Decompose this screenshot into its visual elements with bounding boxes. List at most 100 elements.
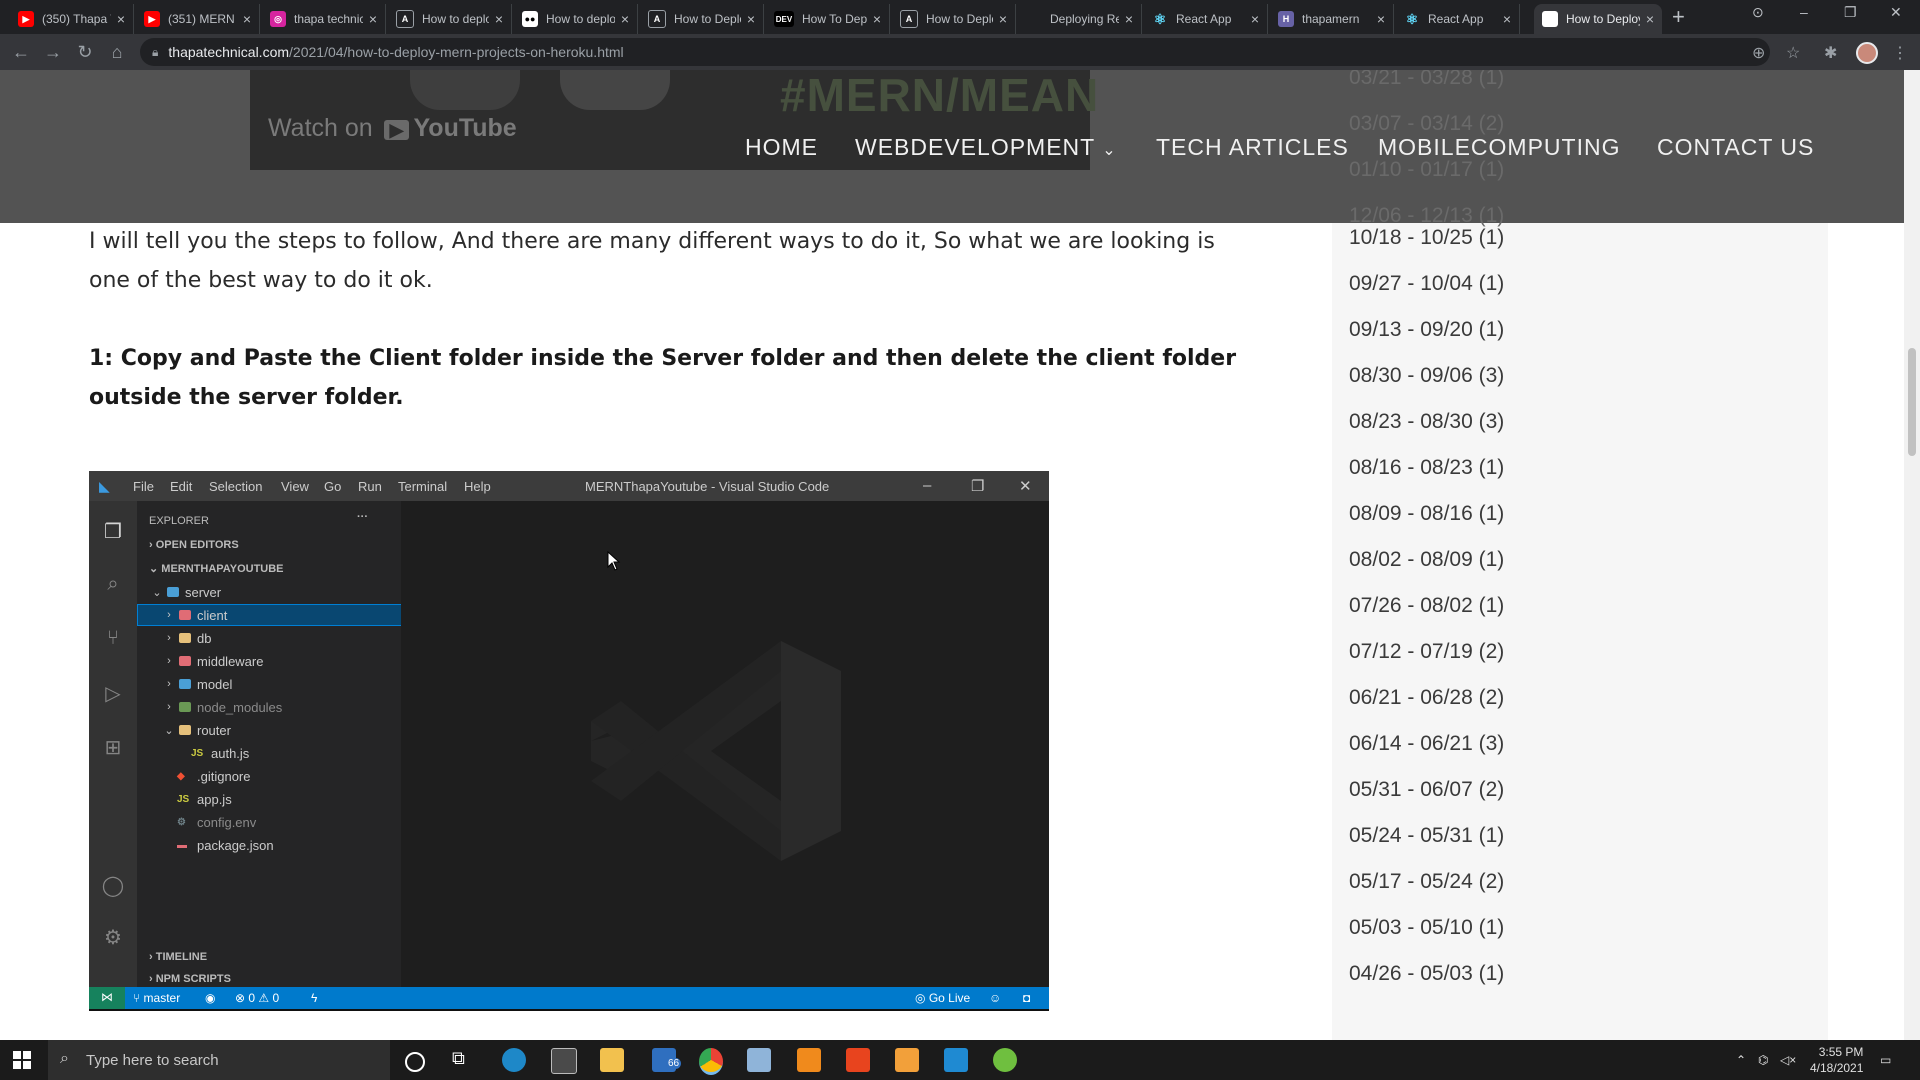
archive-link[interactable]: 06/14 - 06/21 (3) [1349, 732, 1504, 756]
edge-icon[interactable] [502, 1048, 526, 1072]
minimize-icon[interactable]: – [1800, 4, 1808, 20]
tree-file-package: ▬ package.json [177, 837, 274, 853]
network-icon[interactable]: ⌬ [1758, 1052, 1768, 1068]
close-icon[interactable]: × [243, 11, 251, 27]
close-icon[interactable]: × [999, 11, 1007, 27]
browser-tab[interactable]: DEV How To Deploy × [766, 4, 890, 34]
archive-link[interactable]: 07/12 - 07/19 (2) [1349, 640, 1504, 664]
nav-mobilecomputing[interactable]: MOBILECOMPUTING [1378, 134, 1620, 161]
store-icon[interactable] [551, 1048, 577, 1074]
close-icon[interactable]: × [621, 11, 629, 27]
sublime-icon[interactable] [895, 1048, 919, 1072]
archive-link[interactable]: 04/26 - 05/03 (1) [1349, 962, 1504, 986]
browser-tab[interactable]: H thapamern × [1270, 4, 1394, 34]
reload-icon[interactable]: ↻ [74, 41, 96, 63]
vscode-taskbar-icon[interactable] [944, 1048, 968, 1072]
watch-on-youtube[interactable]: Watch on ▶ YouTube [268, 114, 517, 143]
close-icon[interactable]: × [1646, 11, 1654, 27]
file-explorer-icon[interactable] [600, 1048, 624, 1072]
address-bar[interactable]: 🔒︎ thapatechnical.com/2021/04/how-to-dep… [140, 38, 1770, 66]
scrollbar-thumb[interactable] [1908, 348, 1916, 456]
close-icon[interactable]: × [369, 11, 377, 27]
tree-folder-model: › model [167, 676, 233, 692]
menu-kebab-icon[interactable]: ⋮ [1892, 43, 1908, 63]
source-control-icon: ⑂ [107, 627, 119, 649]
archive-link[interactable]: 08/02 - 08/09 (1) [1349, 548, 1504, 572]
nav-tech-articles[interactable]: TECH ARTICLES [1156, 134, 1349, 161]
office-icon[interactable] [846, 1048, 870, 1072]
tab-search-icon[interactable]: ⊙ [1752, 4, 1764, 21]
browser-tab[interactable]: ●● How to deploy × [514, 4, 638, 34]
close-icon[interactable]: × [1125, 11, 1133, 27]
dev-icon: DEV [774, 11, 794, 27]
close-icon[interactable]: × [1251, 11, 1259, 27]
browser-tab[interactable]: ▶ (350) Thapa Technical × [10, 4, 134, 34]
nav-home[interactable]: HOME [745, 134, 818, 161]
close-icon[interactable]: × [495, 11, 503, 27]
browser-tab[interactable]: A How to Deploy × [640, 4, 764, 34]
extensions-icon[interactable]: ✱ [1824, 43, 1837, 63]
home-icon[interactable]: ⌂ [106, 41, 128, 63]
close-icon[interactable]: × [1377, 11, 1385, 27]
profile-avatar[interactable] [1856, 42, 1878, 64]
close-icon[interactable]: × [1503, 11, 1511, 27]
close-icon[interactable]: × [873, 11, 881, 27]
vscode-close-icon: ✕ [1019, 478, 1032, 495]
archive-link[interactable]: 06/21 - 06/28 (2) [1349, 686, 1504, 710]
mail-icon[interactable]: 66 [652, 1048, 682, 1072]
xampp-icon[interactable] [797, 1048, 821, 1072]
browser-tab[interactable]: ◎ thapa technical × [262, 4, 386, 34]
nav-contact-us[interactable]: CONTACT US [1657, 134, 1814, 161]
new-tab-button[interactable]: + [1672, 6, 1685, 28]
archive-link[interactable]: 08/23 - 08/30 (3) [1349, 410, 1504, 434]
browser-tab[interactable]: A How to Deploy × [892, 4, 1016, 34]
extensions-icon: ⊞ [104, 737, 122, 759]
npm-scripts-section: › NPM SCRIPTS [149, 973, 231, 985]
close-icon[interactable]: × [747, 11, 755, 27]
zoom-icon[interactable]: ⊕ [1752, 43, 1765, 63]
close-icon[interactable]: × [117, 11, 125, 27]
a-icon: A [648, 10, 666, 28]
taskbar-search-input[interactable]: ⌕ Type here to search [48, 1040, 390, 1080]
notepad-icon[interactable] [747, 1048, 771, 1072]
window-close-icon[interactable]: ✕ [1890, 4, 1902, 21]
search-icon: ⌕ [60, 1050, 69, 1067]
browser-tab-active[interactable]: How to Deploy × [1534, 4, 1662, 34]
archive-link[interactable]: 05/17 - 05/24 (2) [1349, 870, 1504, 894]
archive-link[interactable]: 07/26 - 08/02 (1) [1349, 594, 1504, 618]
volume-icon[interactable]: ◁× [1780, 1052, 1796, 1068]
cortana-icon[interactable] [405, 1052, 425, 1072]
nav-webdevelopment[interactable]: WEBDEVELOPMENT ⌄ [855, 134, 1117, 161]
archive-link[interactable]: 08/09 - 08/16 (1) [1349, 502, 1504, 526]
browser-tab[interactable]: ⚛ React App × [1144, 4, 1268, 34]
restore-icon[interactable]: ❐ [1844, 4, 1857, 21]
clock[interactable]: 3:55 PM 4/18/2021 [1810, 1044, 1863, 1076]
tab-title: How to Deploy [674, 12, 741, 26]
banner-graphic [410, 70, 520, 110]
archive-link[interactable]: 09/27 - 10/04 (1) [1349, 272, 1504, 296]
archive-link[interactable]: 09/13 - 09/20 (1) [1349, 318, 1504, 342]
tray-chevron-icon[interactable]: ⌃ [1736, 1052, 1746, 1068]
archive-link[interactable]: 08/16 - 08/23 (1) [1349, 456, 1504, 480]
app-green-icon[interactable] [993, 1048, 1017, 1072]
forward-icon[interactable]: → [42, 41, 64, 63]
browser-tab[interactable]: ⚛ React App × [1396, 4, 1520, 34]
vscode-window-title: MERNThapaYoutube - Visual Studio Code [585, 479, 830, 494]
archive-link[interactable]: 05/31 - 06/07 (2) [1349, 778, 1504, 802]
chrome-icon[interactable] [699, 1048, 723, 1075]
notifications-icon[interactable]: ▭ [1880, 1052, 1891, 1068]
back-icon[interactable]: ← [10, 41, 32, 63]
archive-link[interactable]: 05/24 - 05/31 (1) [1349, 824, 1504, 848]
page-scrollbar[interactable] [1904, 70, 1920, 1040]
windows-start-icon[interactable] [12, 1050, 32, 1070]
browser-tab[interactable]: A How to deploy × [388, 4, 512, 34]
browser-tab[interactable]: ▶ (351) MERN Stack × [136, 4, 260, 34]
tab-title: How To Deploy [802, 12, 867, 26]
task-view-icon[interactable]: ⧉ [452, 1048, 476, 1072]
archive-link[interactable]: 08/30 - 09/06 (3) [1349, 364, 1504, 388]
feedback-icon: ☺ [989, 991, 1002, 1005]
archive-link[interactable]: 10/18 - 10/25 (1) [1349, 226, 1504, 250]
archive-link[interactable]: 05/03 - 05/10 (1) [1349, 916, 1504, 940]
bookmark-star-icon[interactable]: ☆ [1786, 43, 1800, 63]
browser-tab[interactable]: Deploying React × [1018, 4, 1142, 34]
